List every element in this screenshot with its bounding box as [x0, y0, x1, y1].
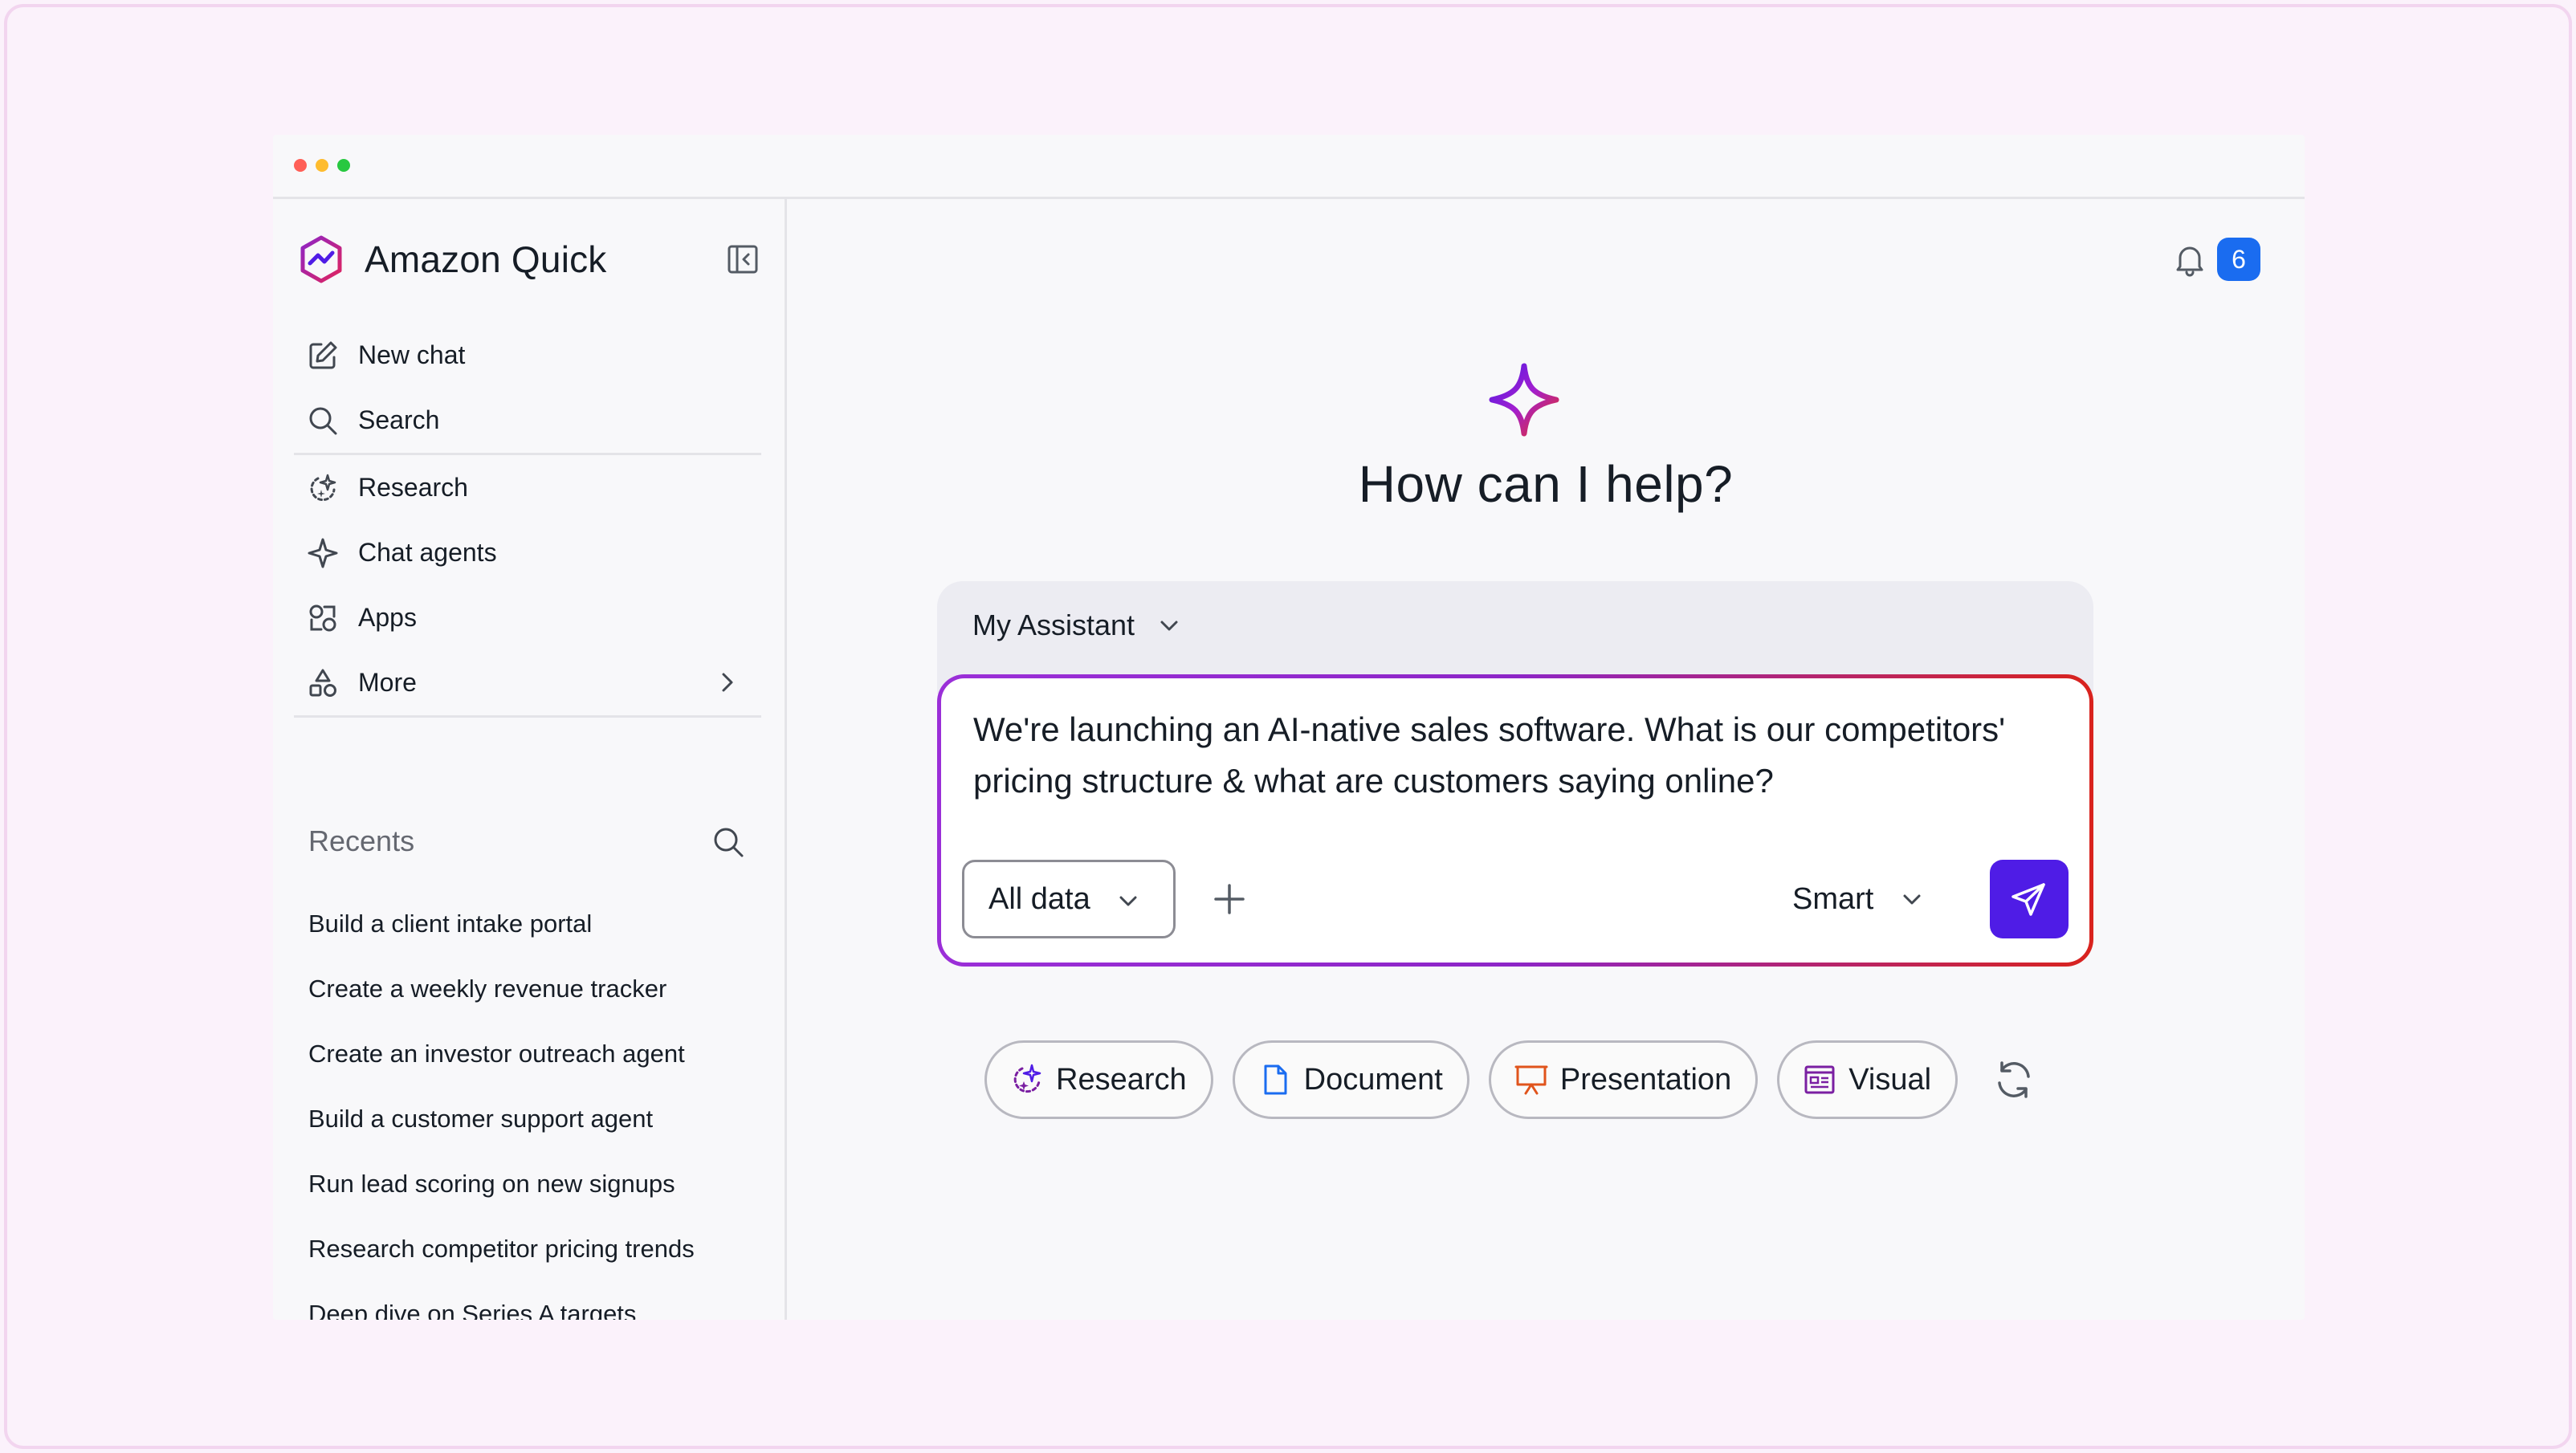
quick-actions: Research Document Presentation Visual	[984, 1040, 2036, 1119]
recent-item[interactable]: Run lead scoring on new signups	[308, 1151, 758, 1216]
refresh-icon[interactable]	[1991, 1057, 2036, 1102]
nav-item-research[interactable]: Research	[289, 455, 761, 520]
mode-dropdown[interactable]: Smart	[1792, 860, 1926, 938]
shapes-icon	[309, 669, 336, 697]
brand[interactable]: Amazon Quick	[296, 231, 607, 287]
send-icon	[2011, 883, 2045, 916]
research-icon	[1013, 1064, 1041, 1093]
recent-item[interactable]: Deep dive on Series A targets	[308, 1281, 758, 1321]
main-panel: 6 How can I help? My Assistant We're lau…	[789, 199, 2305, 1320]
apps-icon	[309, 604, 336, 631]
nav-label-more: More	[358, 668, 417, 697]
recents-title: Recents	[308, 824, 415, 857]
chip-presentation[interactable]: Presentation	[1488, 1040, 1759, 1119]
close-window-button[interactable]	[294, 159, 307, 172]
sparkle-logo-icon	[1489, 363, 1559, 437]
nav-label-chat-agents: Chat agents	[358, 538, 497, 567]
chip-research[interactable]: Research	[984, 1040, 1213, 1119]
notifications[interactable]: 6	[2172, 238, 2260, 281]
amazon-quick-logo-icon	[300, 235, 342, 283]
minimize-window-button[interactable]	[316, 159, 328, 172]
prompt-input[interactable]: We're launching an AI-native sales softw…	[973, 704, 2065, 807]
sidebar: Amazon Quick New chat Search Research Ch…	[273, 199, 787, 1320]
search-recents-icon[interactable]	[711, 825, 745, 859]
nav-label-search: Search	[358, 405, 440, 434]
maximize-window-button[interactable]	[337, 159, 350, 172]
chip-label: Presentation	[1559, 1062, 1732, 1097]
notification-badge: 6	[2217, 238, 2260, 281]
nav-item-more[interactable]: More	[289, 650, 761, 715]
search-icon	[309, 407, 337, 434]
assistant-label: My Assistant	[972, 608, 1135, 641]
collapse-sidebar-icon[interactable]	[726, 242, 760, 276]
research-sparkle-icon	[310, 474, 336, 501]
chip-label: Document	[1303, 1062, 1443, 1097]
data-source-dropdown[interactable]: All data	[962, 860, 1176, 938]
assistant-dropdown[interactable]: My Assistant	[972, 608, 1183, 642]
recents-list: Build a client intake portal Create a we…	[308, 891, 758, 1321]
chevron-right-icon	[722, 673, 733, 692]
nav-label-apps: Apps	[358, 603, 417, 632]
chip-label: Research	[1056, 1062, 1187, 1097]
chip-visual[interactable]: Visual	[1777, 1040, 1958, 1119]
chevron-down-icon	[1903, 894, 1921, 905]
edit-icon	[309, 341, 337, 368]
nav-label-new-chat: New chat	[358, 340, 466, 369]
recent-item[interactable]: Research competitor pricing trends	[308, 1216, 758, 1281]
mode-label: Smart	[1792, 881, 1874, 916]
visual-icon	[1804, 1065, 1835, 1094]
data-source-label: All data	[988, 881, 1090, 916]
recent-item[interactable]: Build a customer support agent	[308, 1086, 758, 1151]
prompt-box: We're launching an AI-native sales softw…	[937, 674, 2093, 967]
add-attachment-icon[interactable]	[1209, 879, 1249, 919]
sparkle-icon	[308, 538, 338, 568]
app-name: Amazon Quick	[365, 238, 607, 280]
recent-item[interactable]: Create an investor outreach agent	[308, 1021, 758, 1086]
document-icon	[1264, 1064, 1287, 1095]
nav-primary: New chat Search Research Chat agents App…	[289, 323, 761, 718]
chip-document[interactable]: Document	[1232, 1040, 1469, 1119]
nav-item-chat-agents[interactable]: Chat agents	[289, 520, 761, 585]
nav-divider	[294, 715, 761, 718]
page-title: How can I help?	[1358, 455, 1734, 513]
recent-item[interactable]: Build a client intake portal	[308, 891, 758, 956]
nav-item-new-chat[interactable]: New chat	[289, 323, 761, 388]
app-window: Amazon Quick New chat Search Research Ch…	[273, 135, 2305, 1320]
recents-header: Recents	[308, 817, 758, 865]
chip-label: Visual	[1848, 1062, 1932, 1097]
nav-label-research: Research	[358, 473, 468, 502]
nav-item-apps[interactable]: Apps	[289, 585, 761, 650]
send-button[interactable]	[1990, 860, 2069, 938]
nav-item-search[interactable]: Search	[289, 388, 761, 453]
recent-item[interactable]: Create a weekly revenue tracker	[308, 956, 758, 1021]
chevron-down-icon	[1119, 896, 1137, 906]
chevron-down-icon	[1160, 621, 1178, 631]
title-bar	[273, 135, 2305, 199]
bell-icon[interactable]	[2172, 242, 2207, 277]
presentation-icon	[1514, 1065, 1548, 1095]
